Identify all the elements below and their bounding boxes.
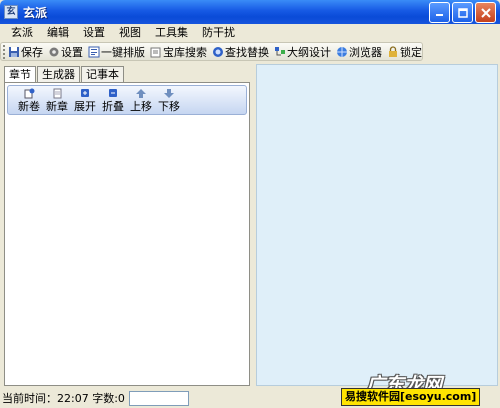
outline-icon — [275, 46, 285, 55]
gear-icon — [49, 47, 59, 56]
chapter-toolbar: 新卷 新章 展开 折叠 上移 下移 — [7, 85, 247, 115]
save-icon — [9, 46, 19, 57]
browser-label: 浏览器 — [349, 45, 382, 59]
minimize-button[interactable] — [429, 2, 450, 23]
editor-panel[interactable] — [256, 64, 498, 386]
lock-icon — [389, 45, 397, 57]
settings-label: 设置 — [61, 45, 83, 59]
tab-chapters[interactable]: 章节 — [4, 66, 36, 83]
lock-label: 锁定 — [400, 45, 422, 59]
status-text: 当前时间：22:07 字数:0 — [2, 392, 125, 405]
outline-label: 大纲设计 — [287, 45, 331, 59]
move-up-button[interactable]: 上移 — [130, 88, 152, 113]
expand-icon — [81, 89, 89, 97]
find-replace-button[interactable]: 查找替换 — [212, 44, 269, 60]
left-tabs: 章节 生成器 记事本 — [4, 66, 125, 83]
save-label: 保存 — [21, 45, 43, 59]
menu-tools[interactable]: 工具集 — [148, 24, 195, 42]
menu-settings[interactable]: 设置 — [76, 24, 112, 42]
library-search-icon — [150, 47, 161, 57]
tab-notepad[interactable]: 记事本 — [81, 66, 124, 82]
close-button[interactable] — [475, 2, 496, 23]
maximize-icon — [457, 7, 468, 18]
browser-button[interactable]: 浏览器 — [336, 44, 382, 60]
menu-view[interactable]: 视图 — [112, 24, 148, 42]
chapter-tree-panel[interactable]: 新卷 新章 展开 折叠 上移 下移 — [4, 82, 250, 386]
title-bar[interactable]: 玄 玄派 — [0, 0, 500, 24]
minimize-icon — [436, 14, 443, 16]
one-click-format-button[interactable]: 一键排版 — [88, 44, 145, 60]
lock-button[interactable]: 锁定 — [387, 44, 422, 60]
save-button[interactable]: 保存 — [8, 44, 43, 60]
toolbar-grip[interactable] — [3, 44, 5, 59]
menu-edit[interactable]: 编辑 — [40, 24, 76, 42]
tab-generator[interactable]: 生成器 — [37, 66, 80, 82]
close-icon — [480, 7, 491, 18]
window-title: 玄派 — [23, 5, 48, 20]
collapse-label: 折叠 — [102, 100, 124, 113]
status-field — [128, 390, 189, 406]
move-down-icon — [164, 89, 174, 98]
find-replace-icon — [213, 46, 223, 57]
app-icon: 玄 — [4, 5, 18, 19]
move-up-label: 上移 — [130, 100, 152, 113]
collapse-icon — [109, 89, 117, 97]
main-toolbar: 保存 设置 一键排版 宝库搜索 查找替换 大纲设计 浏览器 锁定 — [0, 42, 423, 61]
new-volume-icon — [24, 88, 35, 99]
library-search-label: 宝库搜索 — [163, 45, 207, 59]
new-chapter-icon — [53, 88, 62, 99]
new-chapter-button[interactable]: 新章 — [46, 88, 68, 113]
format-icon — [88, 46, 100, 57]
find-replace-label: 查找替换 — [225, 45, 269, 59]
browser-icon — [337, 46, 347, 57]
settings-button[interactable]: 设置 — [48, 44, 83, 60]
menu-xuanpai[interactable]: 玄派 — [4, 24, 40, 42]
maximize-button[interactable] — [452, 2, 473, 23]
library-search-button[interactable]: 宝库搜索 — [150, 44, 207, 60]
menu-anti-distraction[interactable]: 防干扰 — [195, 24, 242, 42]
expand-label: 展开 — [74, 100, 96, 113]
move-down-button[interactable]: 下移 — [158, 88, 180, 113]
new-chapter-label: 新章 — [46, 100, 68, 113]
format-label: 一键排版 — [101, 45, 145, 59]
collapse-button[interactable]: 折叠 — [102, 88, 124, 113]
new-volume-label: 新卷 — [18, 100, 40, 113]
menu-bar: 玄派 编辑 设置 视图 工具集 防干扰 — [0, 24, 500, 42]
outline-design-button[interactable]: 大纲设计 — [274, 44, 331, 60]
expand-button[interactable]: 展开 — [74, 88, 96, 113]
left-panel: 章节 生成器 记事本 新卷 新章 展开 折叠 上移 下移 — [2, 64, 250, 386]
watermark-badge: 易搜软件园[esoyu.com] — [341, 388, 481, 406]
move-up-icon — [136, 89, 146, 98]
move-down-label: 下移 — [158, 100, 180, 113]
new-volume-button[interactable]: 新卷 — [18, 88, 40, 113]
